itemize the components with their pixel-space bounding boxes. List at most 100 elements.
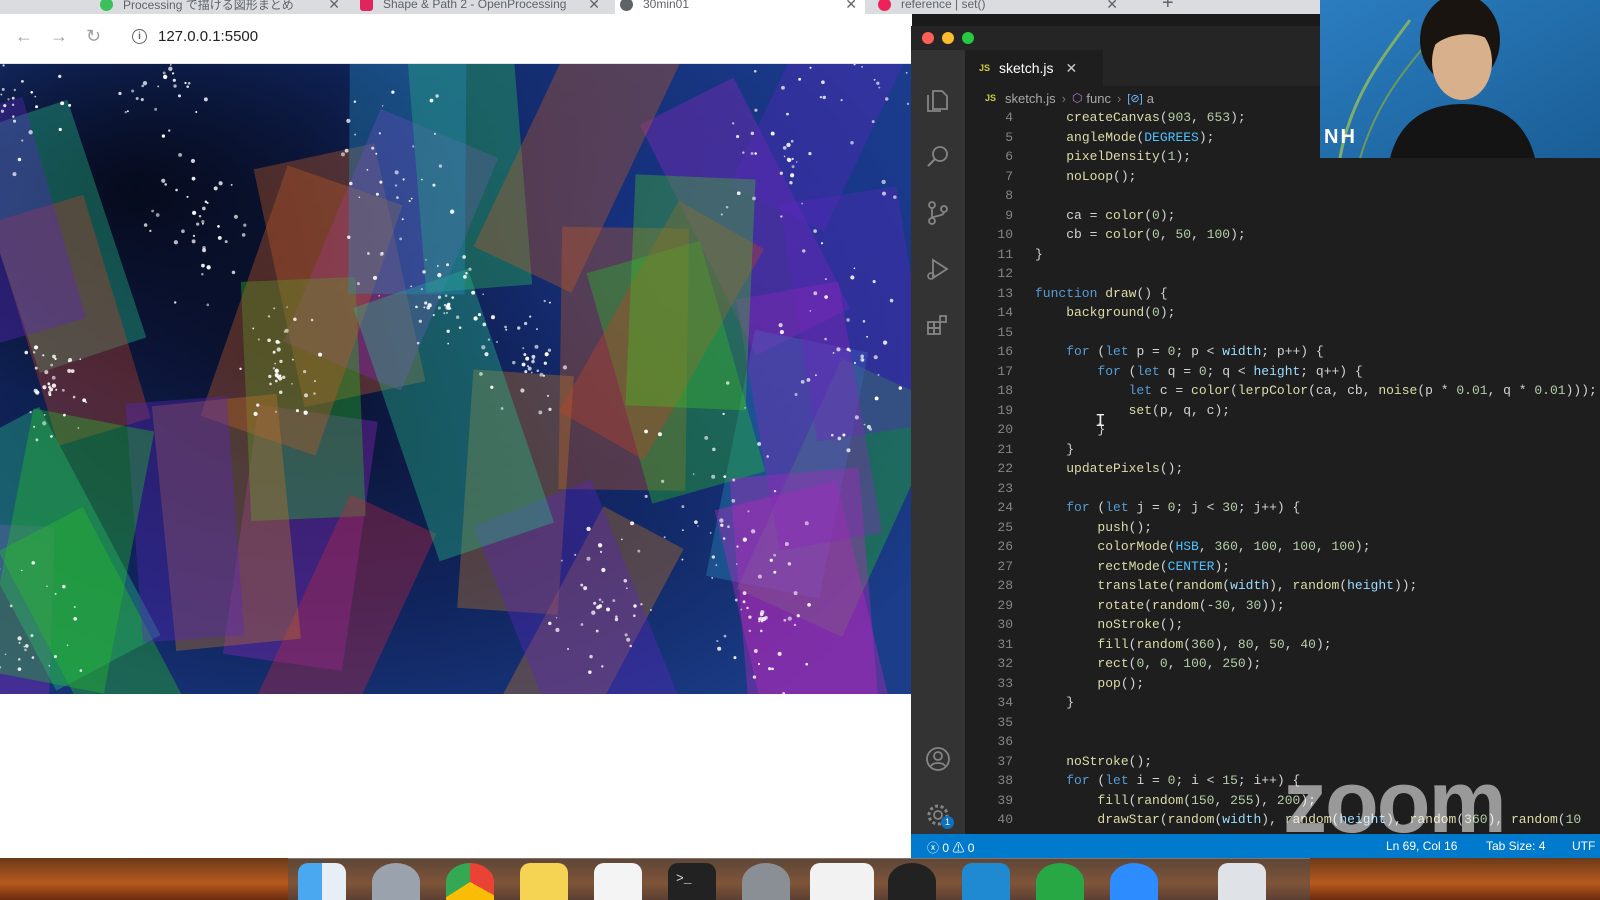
star-dot: [0, 109, 5, 113]
zoom-watermark: zoom: [1283, 752, 1507, 851]
star-dot: [202, 206, 206, 211]
close-tab-icon[interactable]: ✕: [1065, 60, 1077, 77]
star-dot: [562, 365, 568, 370]
browser-tab[interactable]: Processing で描ける図形まとめ ✕: [100, 0, 340, 14]
star-dot: [473, 316, 478, 321]
star-dot: [48, 664, 51, 667]
breadcrumb-variable[interactable]: a: [1147, 91, 1154, 106]
back-arrow-icon[interactable]: ←: [15, 26, 33, 47]
star-dot: [802, 249, 806, 253]
star-dot: [782, 145, 787, 150]
star-dot: [522, 347, 525, 350]
browser-tab[interactable]: reference | set() ✕: [878, 0, 1118, 14]
evernote-icon[interactable]: [1036, 863, 1084, 900]
address-bar[interactable]: i 127.0.0.1:5500: [132, 28, 258, 45]
browser-tab[interactable]: Shape & Path 2 - OpenProcessing ✕: [360, 0, 600, 14]
star-dot: [504, 325, 507, 329]
star-dot: [118, 91, 122, 96]
vscode-icon[interactable]: [962, 863, 1010, 900]
star-dot: [196, 222, 200, 226]
search-icon[interactable]: [925, 144, 951, 170]
close-window-button[interactable]: [922, 32, 934, 44]
run-debug-icon[interactable]: [925, 256, 951, 282]
close-tab-icon[interactable]: ✕: [328, 0, 340, 13]
line-number: 31: [997, 636, 1013, 652]
star-dot: [143, 223, 148, 227]
reload-icon[interactable]: ↻: [86, 26, 101, 47]
problems-indicator[interactable]: ⓧ 0 ⚠ 0: [927, 839, 974, 856]
text-cursor-icon: I: [1095, 412, 1106, 432]
star-dot: [281, 375, 286, 380]
star-dot: [126, 110, 129, 113]
star-dot: [548, 621, 552, 626]
star-dot: [580, 623, 584, 626]
star-dot: [882, 191, 886, 196]
star-dot: [885, 97, 889, 101]
star-dot: [17, 667, 22, 671]
star-dot: [422, 270, 426, 274]
star-dot: [694, 520, 698, 524]
star-dot: [275, 340, 280, 344]
notes-icon[interactable]: [520, 863, 568, 900]
star-dot: [423, 306, 426, 309]
minimize-window-button[interactable]: [942, 32, 954, 44]
url-text[interactable]: 127.0.0.1:5500: [158, 28, 258, 45]
system-preferences-icon[interactable]: [742, 863, 790, 900]
star-dot: [905, 71, 908, 74]
slack-icon[interactable]: [594, 863, 642, 900]
star-dot: [313, 392, 316, 395]
trash-icon[interactable]: [1218, 863, 1266, 900]
breadcrumb-function[interactable]: func: [1086, 91, 1111, 106]
source-control-icon[interactable]: [925, 200, 951, 226]
close-tab-icon[interactable]: ✕: [845, 0, 857, 13]
obs-icon[interactable]: [888, 863, 936, 900]
star-dot: [181, 229, 185, 234]
star-dot: [462, 255, 466, 259]
forward-arrow-icon[interactable]: →: [50, 26, 68, 47]
p5-canvas[interactable]: [0, 64, 912, 694]
line-number: 30: [997, 617, 1013, 632]
terminal-icon[interactable]: >_: [668, 863, 716, 900]
star-dot: [202, 246, 206, 250]
star-dot: [546, 394, 550, 397]
star-dot: [757, 662, 761, 666]
code-text: for (let p = 0; p < width; p++) {: [1066, 344, 1324, 359]
browser-tab-active[interactable]: 30min01 ✕: [615, 0, 865, 14]
extensions-icon[interactable]: [925, 312, 951, 338]
star-dot: [42, 354, 45, 357]
zoom-window-button[interactable]: [962, 32, 974, 44]
star-dot: [161, 178, 166, 183]
finder-icon[interactable]: [298, 863, 346, 900]
star-dot: [784, 541, 789, 546]
close-tab-icon[interactable]: ✕: [588, 0, 600, 13]
star-dot: [574, 553, 577, 556]
account-icon[interactable]: [925, 746, 951, 772]
participant-video: [1320, 0, 1600, 158]
star-dot: [727, 525, 730, 528]
encoding[interactable]: UTF: [1572, 839, 1595, 853]
star-dot: [356, 282, 361, 286]
star-dot: [598, 598, 602, 602]
new-tab-button[interactable]: +: [1162, 0, 1174, 14]
star-dot: [819, 95, 823, 99]
close-tab-icon[interactable]: ✕: [1106, 0, 1118, 13]
launchpad-icon[interactable]: [372, 863, 420, 900]
zoom-icon[interactable]: [1110, 863, 1158, 900]
star-dot: [267, 338, 271, 343]
star-dot: [715, 564, 718, 567]
star-dot: [2, 64, 5, 67]
script-editor-icon[interactable]: [810, 863, 874, 900]
tab-sketch-js[interactable]: JS sketch.js ✕: [965, 50, 1103, 86]
star-dot: [79, 669, 83, 672]
star-dot: [173, 301, 177, 304]
line-number: 37: [997, 753, 1013, 769]
star-dot: [43, 414, 46, 416]
info-icon[interactable]: i: [132, 29, 147, 44]
chrome-icon[interactable]: [446, 863, 494, 900]
breadcrumb-file[interactable]: sketch.js: [1005, 91, 1056, 106]
star-dot: [47, 382, 51, 386]
star-dot: [621, 538, 623, 541]
explorer-icon[interactable]: [925, 88, 951, 114]
star-dot: [54, 357, 57, 361]
code-editor[interactable]: 4 createCanvas(903, 653); 5 angleMode(DEG…: [965, 106, 1600, 834]
